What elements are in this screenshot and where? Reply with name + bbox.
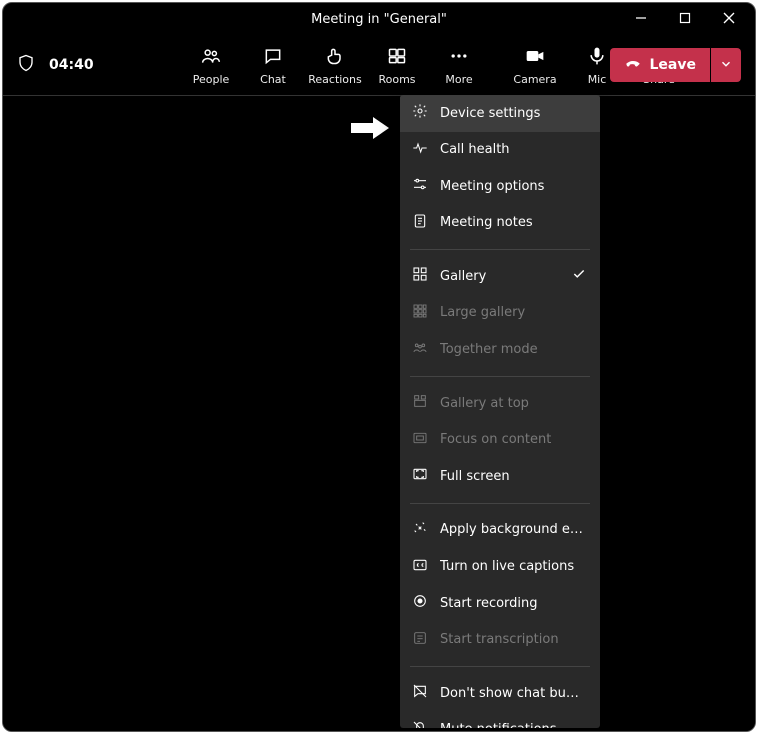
minimize-button[interactable] — [619, 3, 663, 33]
menu-item-hide-chat-bubbles[interactable]: Don't show chat bubbles — [400, 675, 600, 712]
reactions-icon — [325, 46, 345, 69]
leave-button[interactable]: Leave — [610, 48, 710, 82]
menu-item-meeting-notes[interactable]: Meeting notes — [400, 205, 600, 242]
menu-item-device-settings[interactable]: Device settings — [400, 95, 600, 132]
notes-icon — [412, 213, 428, 234]
focus-icon — [412, 430, 428, 451]
camera-label: Camera — [513, 73, 556, 86]
reactions-label: Reactions — [308, 73, 362, 86]
menu-label: Device settings — [440, 106, 540, 122]
menu-separator — [410, 249, 590, 250]
rooms-button[interactable]: Rooms — [369, 40, 425, 90]
hang-up-icon — [624, 54, 642, 76]
camera-button[interactable]: Camera — [507, 40, 563, 90]
gear-icon — [412, 103, 428, 124]
chat-icon — [263, 46, 283, 69]
grid-icon — [412, 266, 428, 287]
menu-item-meeting-options[interactable]: Meeting options — [400, 168, 600, 205]
more-button[interactable]: More — [431, 40, 487, 90]
menu-label: Together mode — [440, 342, 538, 358]
people-button[interactable]: People — [183, 40, 239, 90]
together-icon — [412, 340, 428, 361]
menu-item-gallery[interactable]: Gallery — [400, 258, 600, 295]
fullscreen-icon — [412, 466, 428, 487]
menu-label: Meeting options — [440, 179, 544, 195]
mic-label: Mic — [588, 73, 607, 86]
sparkle-icon — [412, 520, 428, 541]
shield-icon — [17, 54, 35, 76]
pulse-icon — [412, 140, 428, 161]
transcription-icon — [412, 630, 428, 651]
people-label: People — [193, 73, 230, 86]
arrow-pointer-icon — [351, 117, 389, 143]
menu-label: Mute notifications — [440, 722, 557, 728]
menu-label: Don't show chat bubbles — [440, 686, 586, 702]
menu-label: Start recording — [440, 596, 538, 612]
menu-item-full-screen[interactable]: Full screen — [400, 458, 600, 495]
leave-dropdown-button[interactable] — [711, 48, 741, 82]
rooms-label: Rooms — [378, 73, 415, 86]
menu-label: Large gallery — [440, 305, 525, 321]
sliders-icon — [412, 176, 428, 197]
cc-icon — [412, 557, 428, 578]
menu-label: Meeting notes — [440, 215, 533, 231]
more-menu: Device settings Call health Meeting opti… — [400, 95, 600, 728]
menu-label: Full screen — [440, 469, 510, 485]
menu-label: Gallery at top — [440, 396, 529, 412]
menu-label: Apply background effe... — [440, 522, 586, 538]
menu-label: Gallery — [440, 269, 486, 285]
meeting-content-area — [3, 95, 755, 731]
more-icon — [449, 46, 469, 69]
menu-item-gallery-at-top: Gallery at top — [400, 385, 600, 422]
gallery-top-icon — [412, 393, 428, 414]
menu-label: Focus on content — [440, 432, 551, 448]
more-label: More — [445, 73, 472, 86]
camera-icon — [525, 46, 545, 69]
large-grid-icon — [412, 303, 428, 324]
menu-item-call-health[interactable]: Call health — [400, 132, 600, 169]
record-icon — [412, 593, 428, 614]
menu-item-large-gallery: Large gallery — [400, 295, 600, 332]
mic-icon — [587, 46, 607, 69]
menu-label: Start transcription — [440, 632, 559, 648]
titlebar: Meeting in "General" — [3, 3, 755, 35]
menu-item-mute-notifications[interactable]: Mute notifications — [400, 712, 600, 728]
menu-separator — [410, 376, 590, 377]
reactions-button[interactable]: Reactions — [307, 40, 363, 90]
chat-off-icon — [412, 683, 428, 704]
window-title: Meeting in "General" — [311, 12, 447, 27]
menu-item-background-effects[interactable]: Apply background effe... — [400, 512, 600, 549]
app-window: Meeting in "General" 04:40 People Chat R… — [2, 2, 756, 732]
rooms-icon — [387, 46, 407, 69]
window-controls — [619, 3, 751, 33]
menu-item-live-captions[interactable]: Turn on live captions — [400, 549, 600, 586]
call-timer: 04:40 — [49, 57, 94, 73]
meeting-toolbar: 04:40 People Chat Reactions Rooms More — [3, 35, 755, 95]
chat-button[interactable]: Chat — [245, 40, 301, 90]
check-icon — [572, 267, 586, 286]
bell-off-icon — [412, 720, 428, 728]
maximize-button[interactable] — [663, 3, 707, 33]
chevron-down-icon — [719, 56, 733, 75]
menu-item-focus-on-content: Focus on content — [400, 422, 600, 459]
menu-label: Call health — [440, 142, 510, 158]
leave-label: Leave — [650, 57, 696, 73]
close-button[interactable] — [707, 3, 751, 33]
people-icon — [201, 46, 221, 69]
menu-item-together-mode: Together mode — [400, 332, 600, 369]
menu-separator — [410, 666, 590, 667]
menu-item-start-recording[interactable]: Start recording — [400, 585, 600, 622]
menu-separator — [410, 503, 590, 504]
menu-item-start-transcription: Start transcription — [400, 622, 600, 659]
chat-label: Chat — [260, 73, 286, 86]
menu-label: Turn on live captions — [440, 559, 574, 575]
